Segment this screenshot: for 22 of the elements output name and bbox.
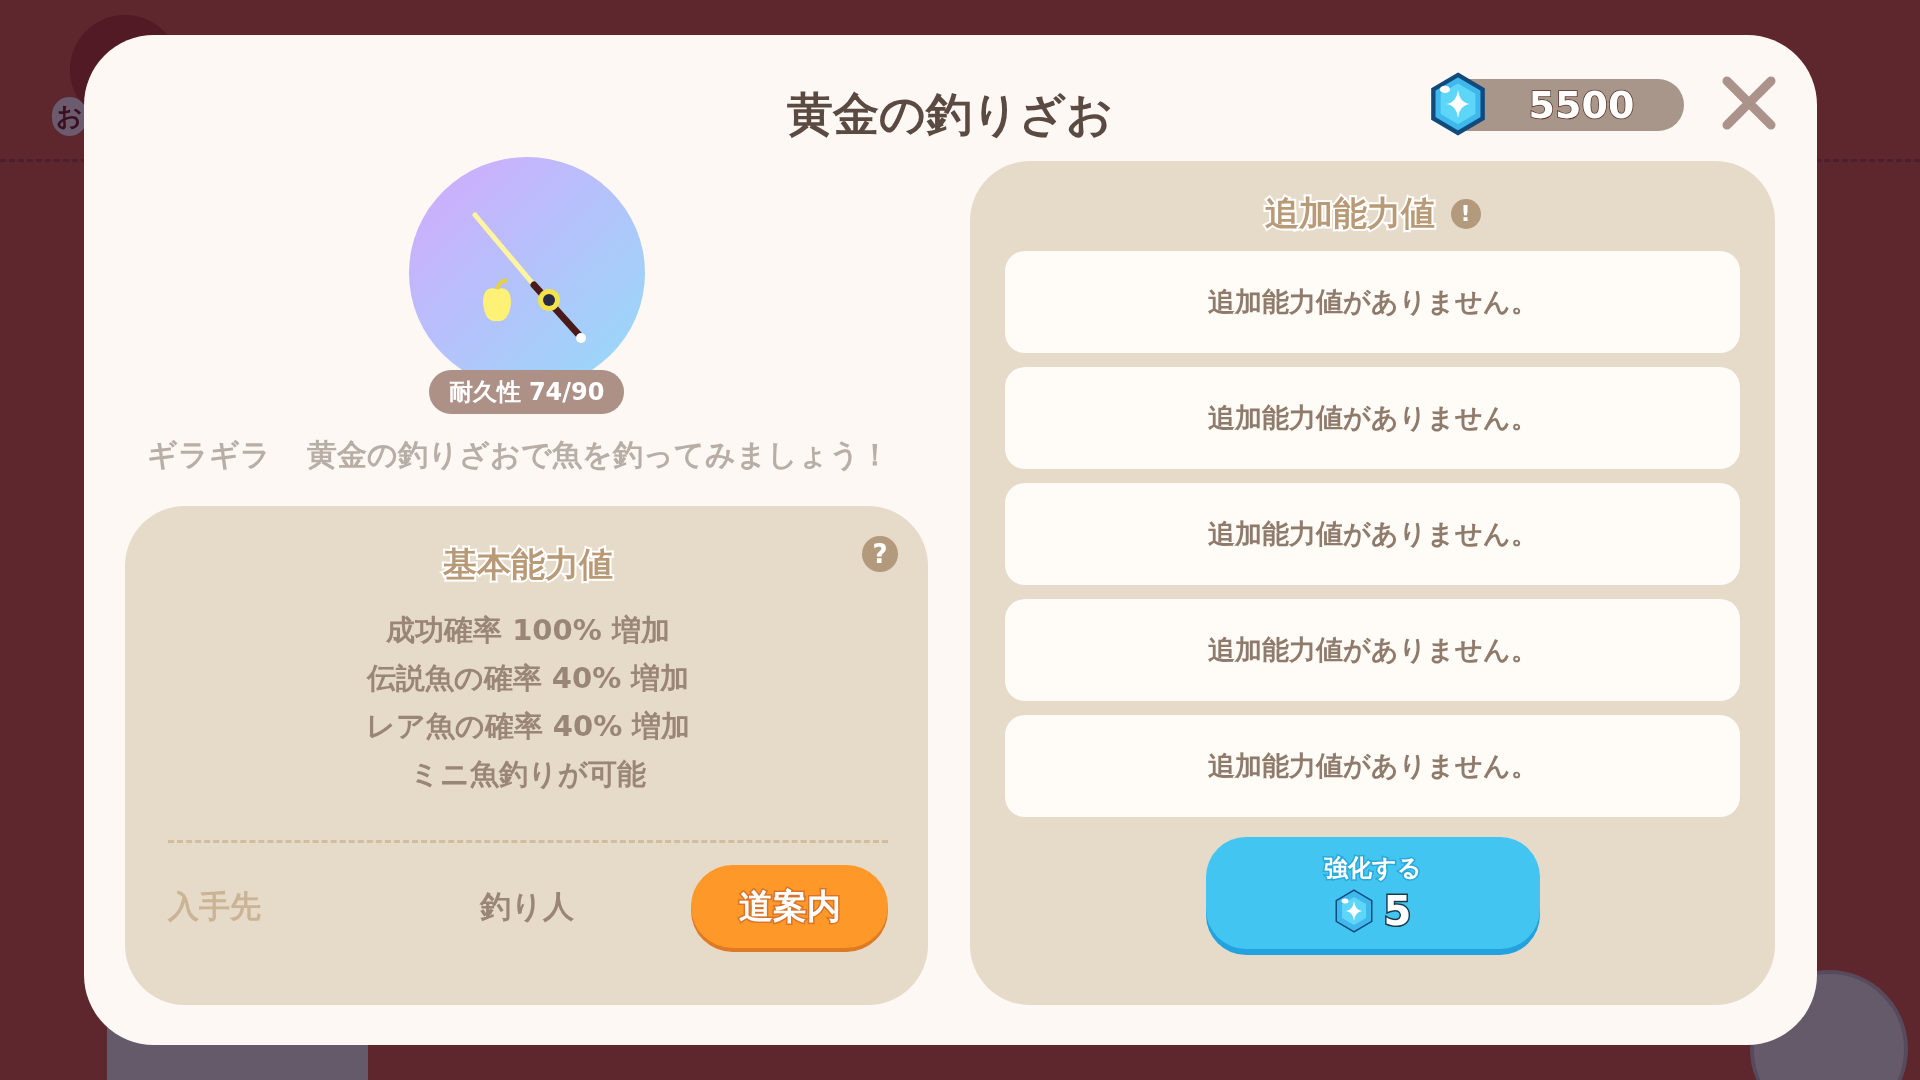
panel-title: 追加能力値 [1264, 192, 1435, 235]
close-icon[interactable] [1721, 75, 1777, 131]
stat-slot: 追加能力値がありません。 [1005, 251, 1740, 353]
panel-title: 基本能力値 [443, 543, 613, 586]
stat-slot: 追加能力値がありません。 [1005, 599, 1740, 701]
item-description: 黄金の釣りざおで魚を釣ってみましょう！ [307, 436, 890, 474]
dialog-title: 黄金の釣りざお [787, 86, 1113, 143]
stat-slot: 追加能力値がありません。 [1005, 483, 1740, 585]
gem-icon [1429, 72, 1487, 136]
cost-value: 5 [1383, 888, 1412, 934]
gem-icon [1333, 889, 1374, 933]
info-icon[interactable]: ! [1450, 199, 1481, 229]
stat-line: 伝説魚の確率 40% 増加 [365, 660, 691, 697]
stat-slot: 追加能力値がありません。 [1005, 367, 1740, 469]
item-tag: ギラギラ [147, 435, 271, 476]
source-value: 釣り人 [478, 886, 575, 926]
durability-badge: 耐久性 74/90 [428, 370, 625, 414]
stat-slot: 追加能力値がありません。 [1005, 715, 1740, 817]
stat-line: レア魚の確率 40% 増加 [364, 708, 692, 745]
help-icon[interactable]: ? [862, 536, 898, 572]
stat-line: ミニ魚釣りが可能 [409, 756, 647, 793]
stat-line: 成功確率 100% 増加 [385, 612, 671, 649]
